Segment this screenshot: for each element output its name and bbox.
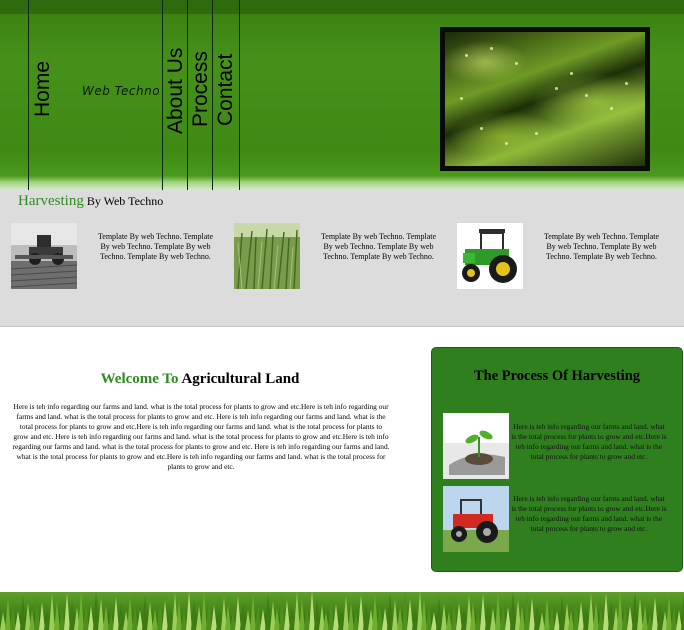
tagline: Harvesting By Web Techno (18, 193, 163, 210)
nav-divider (162, 0, 163, 190)
dewy-leaf-hero-image (445, 32, 645, 166)
welcome-title: Welcome To Agricultural Land (0, 371, 400, 388)
process-item-text: Here is teh info regarding our farms and… (511, 422, 667, 461)
nav-process-link[interactable]: Process (189, 51, 213, 127)
header-top-strip (0, 0, 684, 14)
welcome-body: Here is teh info regarding our farms and… (12, 402, 390, 471)
red-tractor-image (443, 486, 509, 552)
seedling-in-hand-image (443, 413, 509, 479)
tagline-rest: By Web Techno (83, 194, 164, 208)
nav-divider (28, 0, 29, 190)
feature-text: Template By web Techno. Template By web … (97, 232, 214, 261)
green-tractor-thumbnail (457, 223, 523, 289)
brand-logo-text[interactable]: Web Techno (82, 84, 160, 98)
process-panel: The Process Of Harvesting Here is teh in… (431, 347, 683, 572)
nav-home-link[interactable]: Home (31, 61, 55, 117)
welcome-title-accent: Welcome To (100, 371, 179, 387)
crop-field-thumbnail (234, 223, 300, 289)
process-title: The Process Of Harvesting (473, 368, 641, 384)
farm-machinery-thumbnail (11, 223, 77, 289)
tagline-accent: Harvesting (18, 193, 84, 209)
header: Home About Us Process Contact Web Techno (0, 0, 684, 190)
grass-footer-image (0, 592, 684, 630)
nav-divider (239, 0, 240, 190)
process-item-text: Here is teh info regarding our farms and… (511, 494, 667, 533)
nav-contact-link[interactable]: Contact (214, 54, 238, 126)
welcome-title-rest: Agricultural Land (178, 371, 300, 387)
feature-text: Template By web Techno. Template By web … (543, 232, 660, 261)
hero-image-frame (440, 27, 650, 171)
nav-about-us-link[interactable]: About Us (164, 48, 188, 134)
feature-text: Template By web Techno. Template By web … (320, 232, 437, 261)
